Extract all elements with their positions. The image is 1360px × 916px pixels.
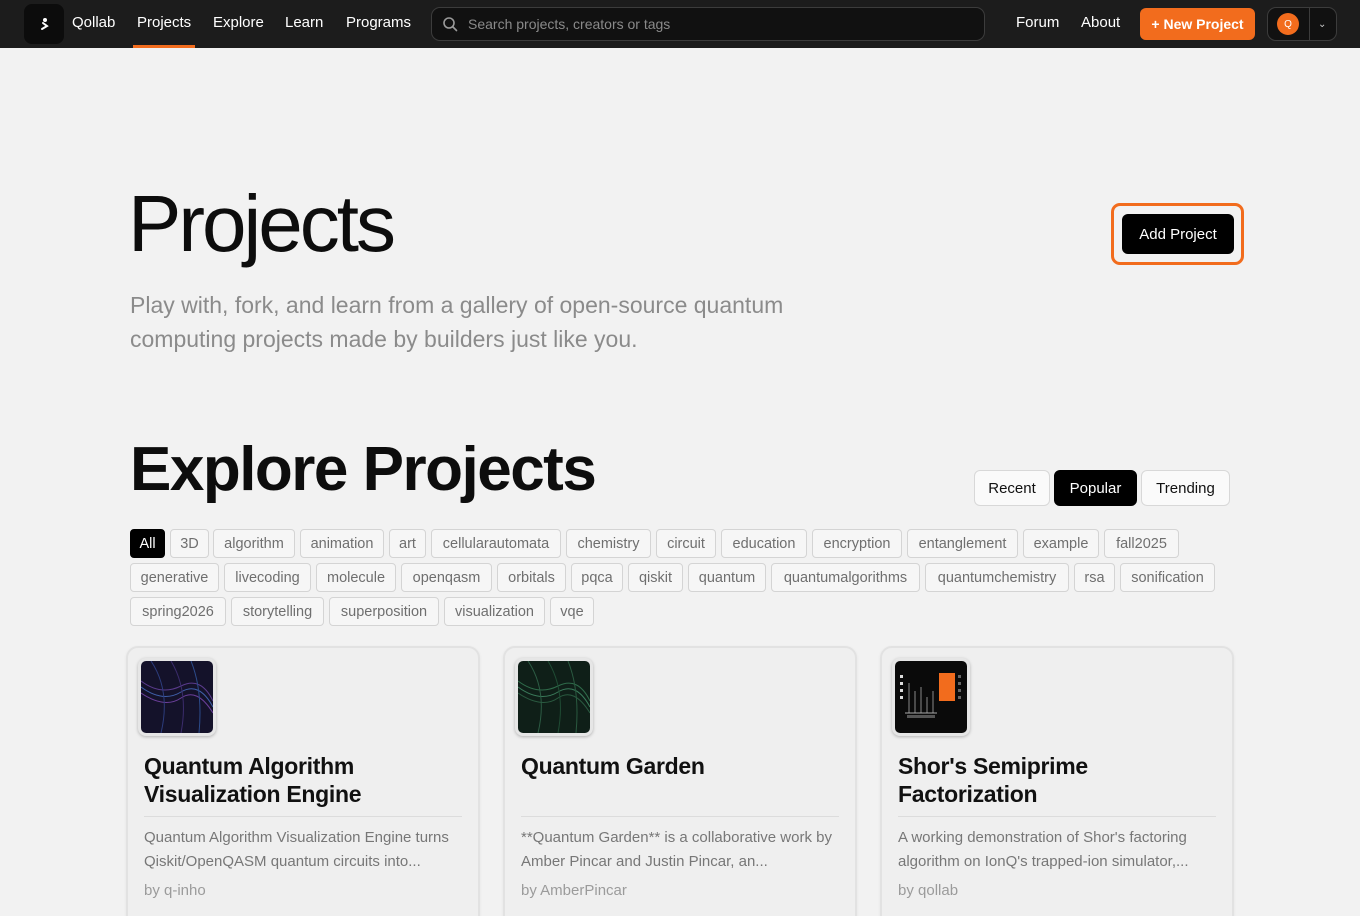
- tag-3d[interactable]: 3D: [170, 529, 209, 558]
- card-title[interactable]: Quantum Algorithm Visualization Engine: [144, 752, 464, 808]
- search-bar[interactable]: [431, 7, 985, 41]
- project-thumbnail: [892, 658, 970, 736]
- tag-education[interactable]: education: [721, 529, 807, 558]
- project-card[interactable]: Quantum Algorithm Visualization Engine Q…: [126, 646, 480, 916]
- card-divider: [898, 816, 1216, 817]
- nav-explore[interactable]: Explore: [213, 0, 264, 48]
- tag-spring2026[interactable]: spring2026: [130, 597, 226, 626]
- add-project-button[interactable]: Add Project: [1122, 214, 1234, 254]
- logo-icon: [41, 18, 49, 30]
- card-divider: [521, 816, 839, 817]
- menu-divider: [1309, 7, 1310, 41]
- nav-learn[interactable]: Learn: [285, 0, 323, 48]
- qollab-logo[interactable]: [24, 4, 64, 44]
- nav-about[interactable]: About: [1081, 0, 1120, 48]
- new-project-button[interactable]: + New Project: [1140, 8, 1255, 40]
- tag-entanglement[interactable]: entanglement: [907, 529, 1018, 558]
- sort-recent[interactable]: Recent: [974, 470, 1050, 506]
- tag-livecoding[interactable]: livecoding: [224, 563, 311, 592]
- card-author[interactable]: by q-inho: [144, 882, 206, 899]
- histogram-icon: [895, 661, 967, 733]
- tag-quantumalgorithms[interactable]: quantumalgorithms: [771, 563, 920, 592]
- page-subtitle: Play with, fork, and learn from a galler…: [130, 292, 784, 352]
- search-input[interactable]: [468, 16, 948, 32]
- project-thumbnail: [515, 658, 593, 736]
- user-menu[interactable]: Q ⌄: [1267, 7, 1337, 41]
- wave-mesh-icon: [141, 661, 213, 733]
- tag-example[interactable]: example: [1023, 529, 1099, 558]
- tag-animation[interactable]: animation: [300, 529, 384, 558]
- card-description: A working demonstration of Shor's factor…: [898, 829, 1189, 870]
- tag-pqca[interactable]: pqca: [571, 563, 623, 592]
- tag-visualization[interactable]: visualization: [444, 597, 545, 626]
- project-card[interactable]: Quantum Garden **Quantum Garden** is a c…: [503, 646, 857, 916]
- explore-title: Explore Projects: [130, 435, 597, 504]
- tag-sonification[interactable]: sonification: [1120, 563, 1215, 592]
- tag-superposition[interactable]: superposition: [329, 597, 439, 626]
- card-title[interactable]: Quantum Garden: [521, 752, 841, 780]
- card-title[interactable]: Shor's Semiprime Factorization: [898, 752, 1218, 808]
- tag-circuit[interactable]: circuit: [656, 529, 716, 558]
- card-author[interactable]: by qollab: [898, 882, 958, 899]
- tag-art[interactable]: art: [389, 529, 426, 558]
- avatar: Q: [1277, 13, 1299, 35]
- tag-quantumchemistry[interactable]: quantumchemistry: [925, 563, 1069, 592]
- card-description: Quantum Algorithm Visualization Engine t…: [144, 829, 449, 870]
- garden-mesh-icon: [518, 661, 590, 733]
- nav-forum[interactable]: Forum: [1016, 0, 1059, 48]
- sort-popular[interactable]: Popular: [1054, 470, 1137, 506]
- brand-link[interactable]: Qollab: [72, 0, 115, 48]
- search-icon: [443, 17, 458, 32]
- tag-openqasm[interactable]: openqasm: [401, 563, 492, 592]
- sort-trending[interactable]: Trending: [1141, 470, 1230, 506]
- tag-fall2025[interactable]: fall2025: [1104, 529, 1179, 558]
- project-card[interactable]: Shor's Semiprime Factorization A working…: [880, 646, 1234, 916]
- card-author[interactable]: by AmberPincar: [521, 882, 627, 899]
- tag-algorithm[interactable]: algorithm: [213, 529, 295, 558]
- nav-programs[interactable]: Programs: [346, 0, 411, 48]
- tag-generative[interactable]: generative: [130, 563, 219, 592]
- top-nav: Qollab Projects Explore Learn Programs F…: [0, 0, 1360, 48]
- nav-projects[interactable]: Projects: [132, 0, 196, 48]
- tag-rsa[interactable]: rsa: [1074, 563, 1115, 592]
- page-title: Projects: [128, 179, 396, 268]
- card-description: **Quantum Garden** is a collaborative wo…: [521, 829, 832, 870]
- tag-qiskit[interactable]: qiskit: [628, 563, 683, 592]
- tag-encryption[interactable]: encryption: [812, 529, 902, 558]
- tag-quantum[interactable]: quantum: [688, 563, 766, 592]
- tag-molecule[interactable]: molecule: [316, 563, 396, 592]
- tag-all[interactable]: All: [130, 529, 165, 558]
- chevron-down-icon: ⌄: [1318, 18, 1327, 30]
- tag-orbitals[interactable]: orbitals: [497, 563, 566, 592]
- tag-vqe[interactable]: vqe: [550, 597, 594, 626]
- tag-chemistry[interactable]: chemistry: [566, 529, 651, 558]
- project-thumbnail: [138, 658, 216, 736]
- tag-cellularautomata[interactable]: cellularautomata: [431, 529, 561, 558]
- card-divider: [144, 816, 462, 817]
- tag-storytelling[interactable]: storytelling: [231, 597, 324, 626]
